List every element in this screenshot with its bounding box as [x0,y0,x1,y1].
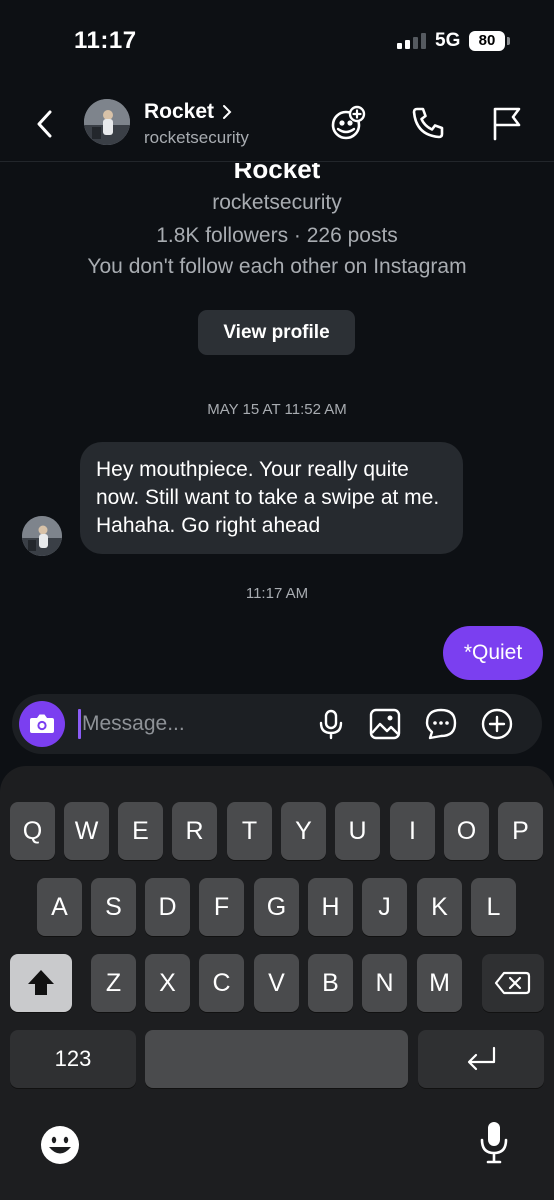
battery-nub [507,37,510,45]
key[interactable]: X [145,954,190,1012]
camera-icon [30,714,54,733]
key[interactable]: T [227,802,272,860]
profile-card-name: Rocket [233,163,321,184]
microphone-icon[interactable] [314,707,348,741]
return-key[interactable] [418,1030,544,1088]
shift-key[interactable] [10,954,72,1012]
outgoing-message-bubble[interactable]: *Quiet [443,626,543,680]
battery-icon: 80 [469,31,505,51]
profile-card-handle: rocketsecurity [212,191,342,214]
profile-card-stats: 1.8K followers · 226 posts [156,224,398,247]
plus-circle-icon[interactable] [480,707,514,741]
chat-header: Rocket rocketsecurity [0,85,554,162]
key[interactable]: G [254,878,299,936]
contact-handle: rocketsecurity [144,128,249,147]
gallery-icon[interactable] [368,707,402,741]
profile-card-follow-note: You don't follow each other on Instagram [87,255,467,278]
view-profile-button[interactable]: View profile [198,310,355,355]
space-key[interactable] [145,1030,408,1088]
key[interactable]: D [145,878,190,936]
key[interactable]: S [91,878,136,936]
dictation-icon[interactable] [478,1120,510,1166]
key[interactable]: P [498,802,543,860]
shift-icon [28,970,54,995]
key[interactable]: V [254,954,299,1012]
profile-card-name-clip: Rocket [0,163,554,193]
message-timestamp: MAY 15 AT 11:52 AM [207,401,347,418]
key[interactable]: C [199,954,244,1012]
key[interactable]: R [172,802,217,860]
chevron-right-icon [223,105,232,119]
key[interactable]: I [390,802,435,860]
signal-icon [397,33,426,49]
key[interactable]: W [64,802,109,860]
key[interactable]: B [308,954,353,1012]
message-input[interactable] [82,708,302,740]
key[interactable]: U [335,802,380,860]
key[interactable]: Q [10,802,55,860]
avatar[interactable] [84,99,130,145]
key[interactable]: F [199,878,244,936]
contact-name[interactable]: Rocket [144,100,232,124]
numbers-key[interactable]: 123 [10,1030,136,1088]
network-label: 5G [435,30,461,51]
backspace-key[interactable] [482,954,544,1012]
key[interactable]: J [362,878,407,936]
key[interactable]: L [471,878,516,936]
status-bar: 11:17 5G 80 [0,0,554,80]
key[interactable]: K [417,878,462,936]
key[interactable]: M [417,954,462,1012]
key[interactable]: E [118,802,163,860]
key[interactable]: Y [281,802,326,860]
camera-button[interactable] [19,701,65,747]
emoji-icon[interactable] [39,1124,81,1166]
return-icon [467,1046,496,1071]
keyboard: Q W E R T Y U I O P A S D F G H J K L Z … [0,766,554,1200]
flag-icon[interactable] [487,103,527,143]
key[interactable]: H [308,878,353,936]
backspace-icon [494,971,531,995]
key[interactable]: A [37,878,82,936]
sticker-chat-icon[interactable] [424,707,458,741]
incoming-message-bubble[interactable]: Hey mouthpiece. Your really quite now. S… [80,442,463,554]
status-time: 11:17 [74,27,137,54]
phone-icon[interactable] [408,103,448,143]
message-composer [12,694,542,754]
key[interactable]: Z [91,954,136,1012]
add-people-icon[interactable] [328,103,368,143]
message-timestamp: 11:17 AM [245,585,309,602]
sender-avatar[interactable] [22,516,62,556]
key[interactable]: O [444,802,489,860]
back-icon[interactable] [32,107,60,141]
contact-name-text: Rocket [144,100,215,123]
text-caret [78,709,81,739]
key[interactable]: N [362,954,407,1012]
